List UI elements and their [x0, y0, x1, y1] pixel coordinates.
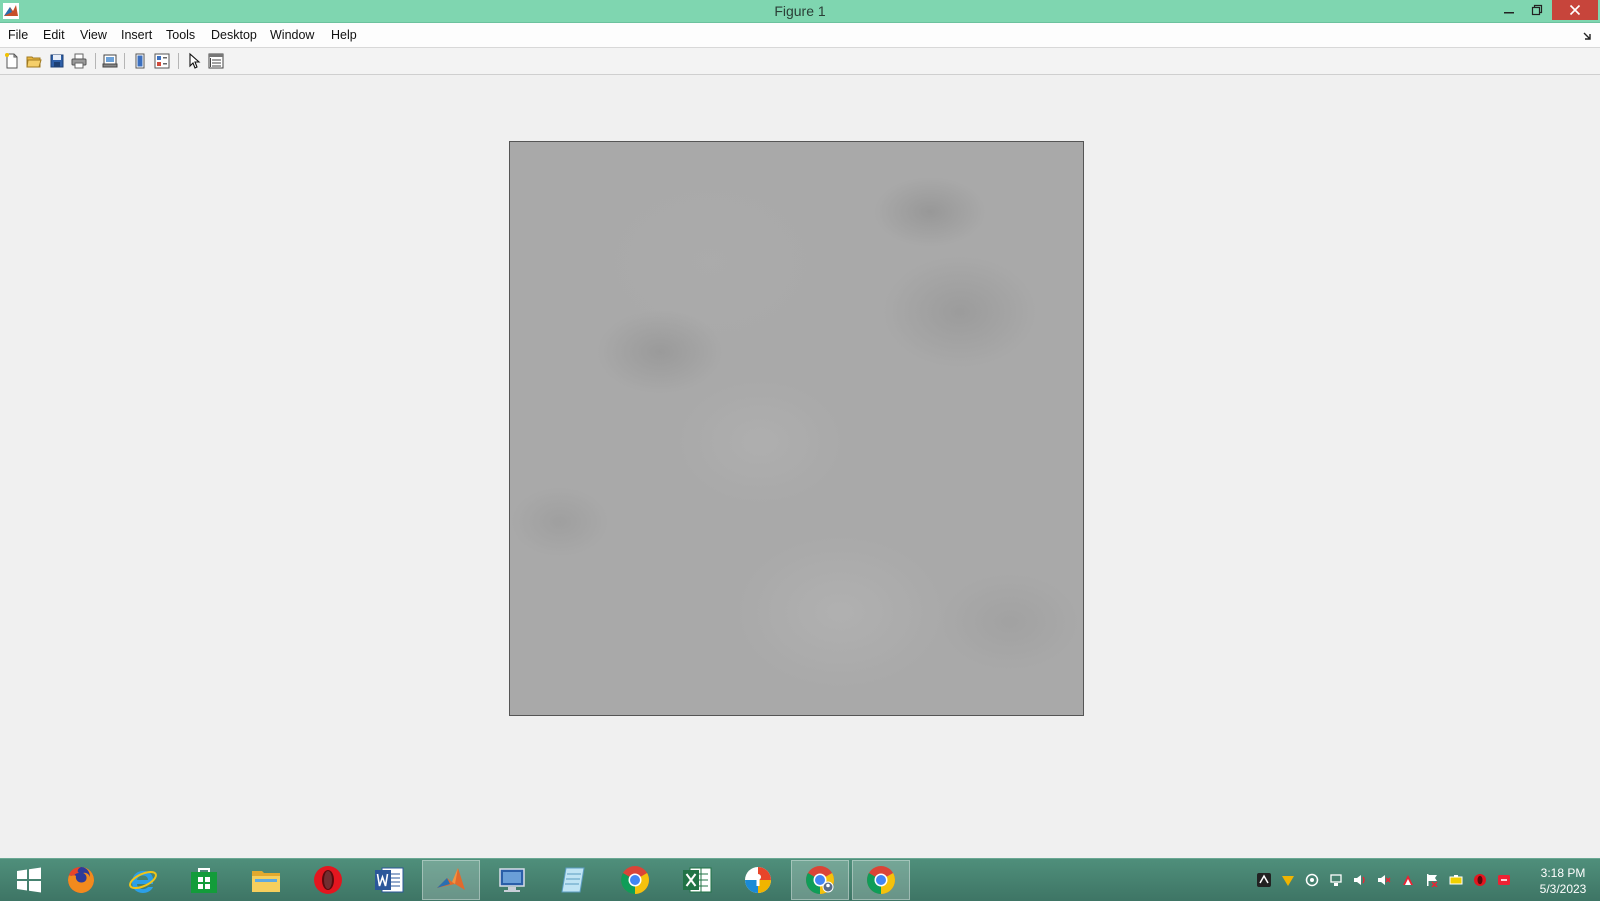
- windows-start-icon: [17, 867, 41, 893]
- window-title: Figure 1: [774, 3, 826, 19]
- security-button[interactable]: [729, 860, 787, 900]
- sync-icon[interactable]: [1305, 873, 1319, 887]
- chrome-button[interactable]: [606, 860, 664, 900]
- firefox-button[interactable]: [52, 860, 110, 900]
- app-tray-icon[interactable]: [1257, 873, 1271, 887]
- opera-button[interactable]: [299, 860, 357, 900]
- store-icon: [191, 868, 217, 893]
- menu-insert[interactable]: Insert: [121, 28, 152, 42]
- figure-image-axes[interactable]: [509, 141, 1084, 716]
- menu-edit[interactable]: Edit: [43, 28, 65, 42]
- toolbar-separator: [178, 53, 179, 69]
- close-icon: [1569, 4, 1581, 16]
- save-figure-icon[interactable]: [48, 52, 66, 70]
- opera-icon: [314, 866, 342, 894]
- opera-tray-icon[interactable]: [1473, 873, 1487, 887]
- chrome-button[interactable]: [852, 860, 910, 900]
- remote-desktop-button[interactable]: [483, 860, 541, 900]
- menu-desktop[interactable]: Desktop: [211, 28, 257, 42]
- flag-icon[interactable]: [1425, 873, 1439, 888]
- toolbar-separator: [124, 53, 125, 69]
- matlab-button[interactable]: [422, 860, 480, 900]
- ink-icon[interactable]: [1401, 873, 1415, 887]
- internet-explorer-button[interactable]: [114, 860, 172, 900]
- hide-plot-tools-icon[interactable]: [131, 52, 149, 70]
- notepad-button[interactable]: [545, 860, 603, 900]
- edit-plot-icon[interactable]: [185, 52, 203, 70]
- matlab-icon: [437, 868, 465, 890]
- notification-icon[interactable]: [1497, 873, 1511, 887]
- chrome-profile-button[interactable]: [791, 860, 849, 900]
- menu-help[interactable]: Help: [331, 28, 357, 42]
- menu-tools[interactable]: Tools: [166, 28, 195, 42]
- notepad-icon: [561, 867, 585, 893]
- system-clock[interactable]: 3:18 PM 5/3/2023: [1528, 865, 1598, 897]
- clock-date: 5/3/2023: [1539, 882, 1587, 896]
- chrome-icon: [621, 866, 649, 894]
- remote-desktop-icon: [499, 868, 525, 892]
- print-figure-icon[interactable]: [70, 52, 88, 70]
- firefox-icon: [68, 867, 94, 893]
- excel-icon: [683, 867, 712, 893]
- windows-start-button[interactable]: [0, 860, 58, 900]
- internet-explorer-icon: [129, 870, 157, 893]
- store-button[interactable]: [175, 860, 233, 900]
- property-inspector-icon[interactable]: [207, 52, 225, 70]
- restore-button[interactable]: [1523, 0, 1551, 20]
- security-icon: [745, 867, 771, 893]
- mute-icon[interactable]: [1377, 873, 1391, 887]
- window-titlebar[interactable]: Figure 1: [0, 0, 1600, 23]
- toolbar-separator: [95, 53, 96, 69]
- wifi-signal-icon[interactable]: [1281, 873, 1295, 887]
- figure-toolbar: [0, 48, 1600, 75]
- clock-time: 3:18 PM: [1540, 866, 1586, 880]
- minimize-icon: [1504, 12, 1514, 14]
- volume-icon[interactable]: [1353, 873, 1367, 887]
- dock-figure-icon[interactable]: [1582, 29, 1594, 41]
- close-button[interactable]: [1552, 0, 1598, 20]
- menu-view[interactable]: View: [80, 28, 107, 42]
- open-file-icon[interactable]: [25, 52, 43, 70]
- file-explorer-button[interactable]: [237, 860, 295, 900]
- network-icon[interactable]: [1329, 873, 1343, 887]
- chrome-icon: [867, 866, 895, 894]
- link-plot-icon[interactable]: [101, 52, 119, 70]
- menu-file[interactable]: File: [8, 28, 28, 42]
- file-explorer-icon: [252, 871, 280, 892]
- chrome-profile-icon: [806, 866, 834, 894]
- show-plot-tools-icon[interactable]: [153, 52, 171, 70]
- new-figure-icon[interactable]: [3, 52, 21, 70]
- taskbar: 3:18 PM 5/3/2023: [0, 858, 1600, 901]
- word-icon: [375, 867, 404, 893]
- excel-button[interactable]: [668, 860, 726, 900]
- minimize-button[interactable]: [1495, 0, 1523, 20]
- menu-bar: File Edit View Insert Tools Desktop Wind…: [0, 23, 1600, 48]
- battery-icon[interactable]: [1449, 873, 1463, 887]
- restore-icon: [1531, 4, 1543, 16]
- word-button[interactable]: [360, 860, 418, 900]
- menu-window[interactable]: Window: [270, 28, 314, 42]
